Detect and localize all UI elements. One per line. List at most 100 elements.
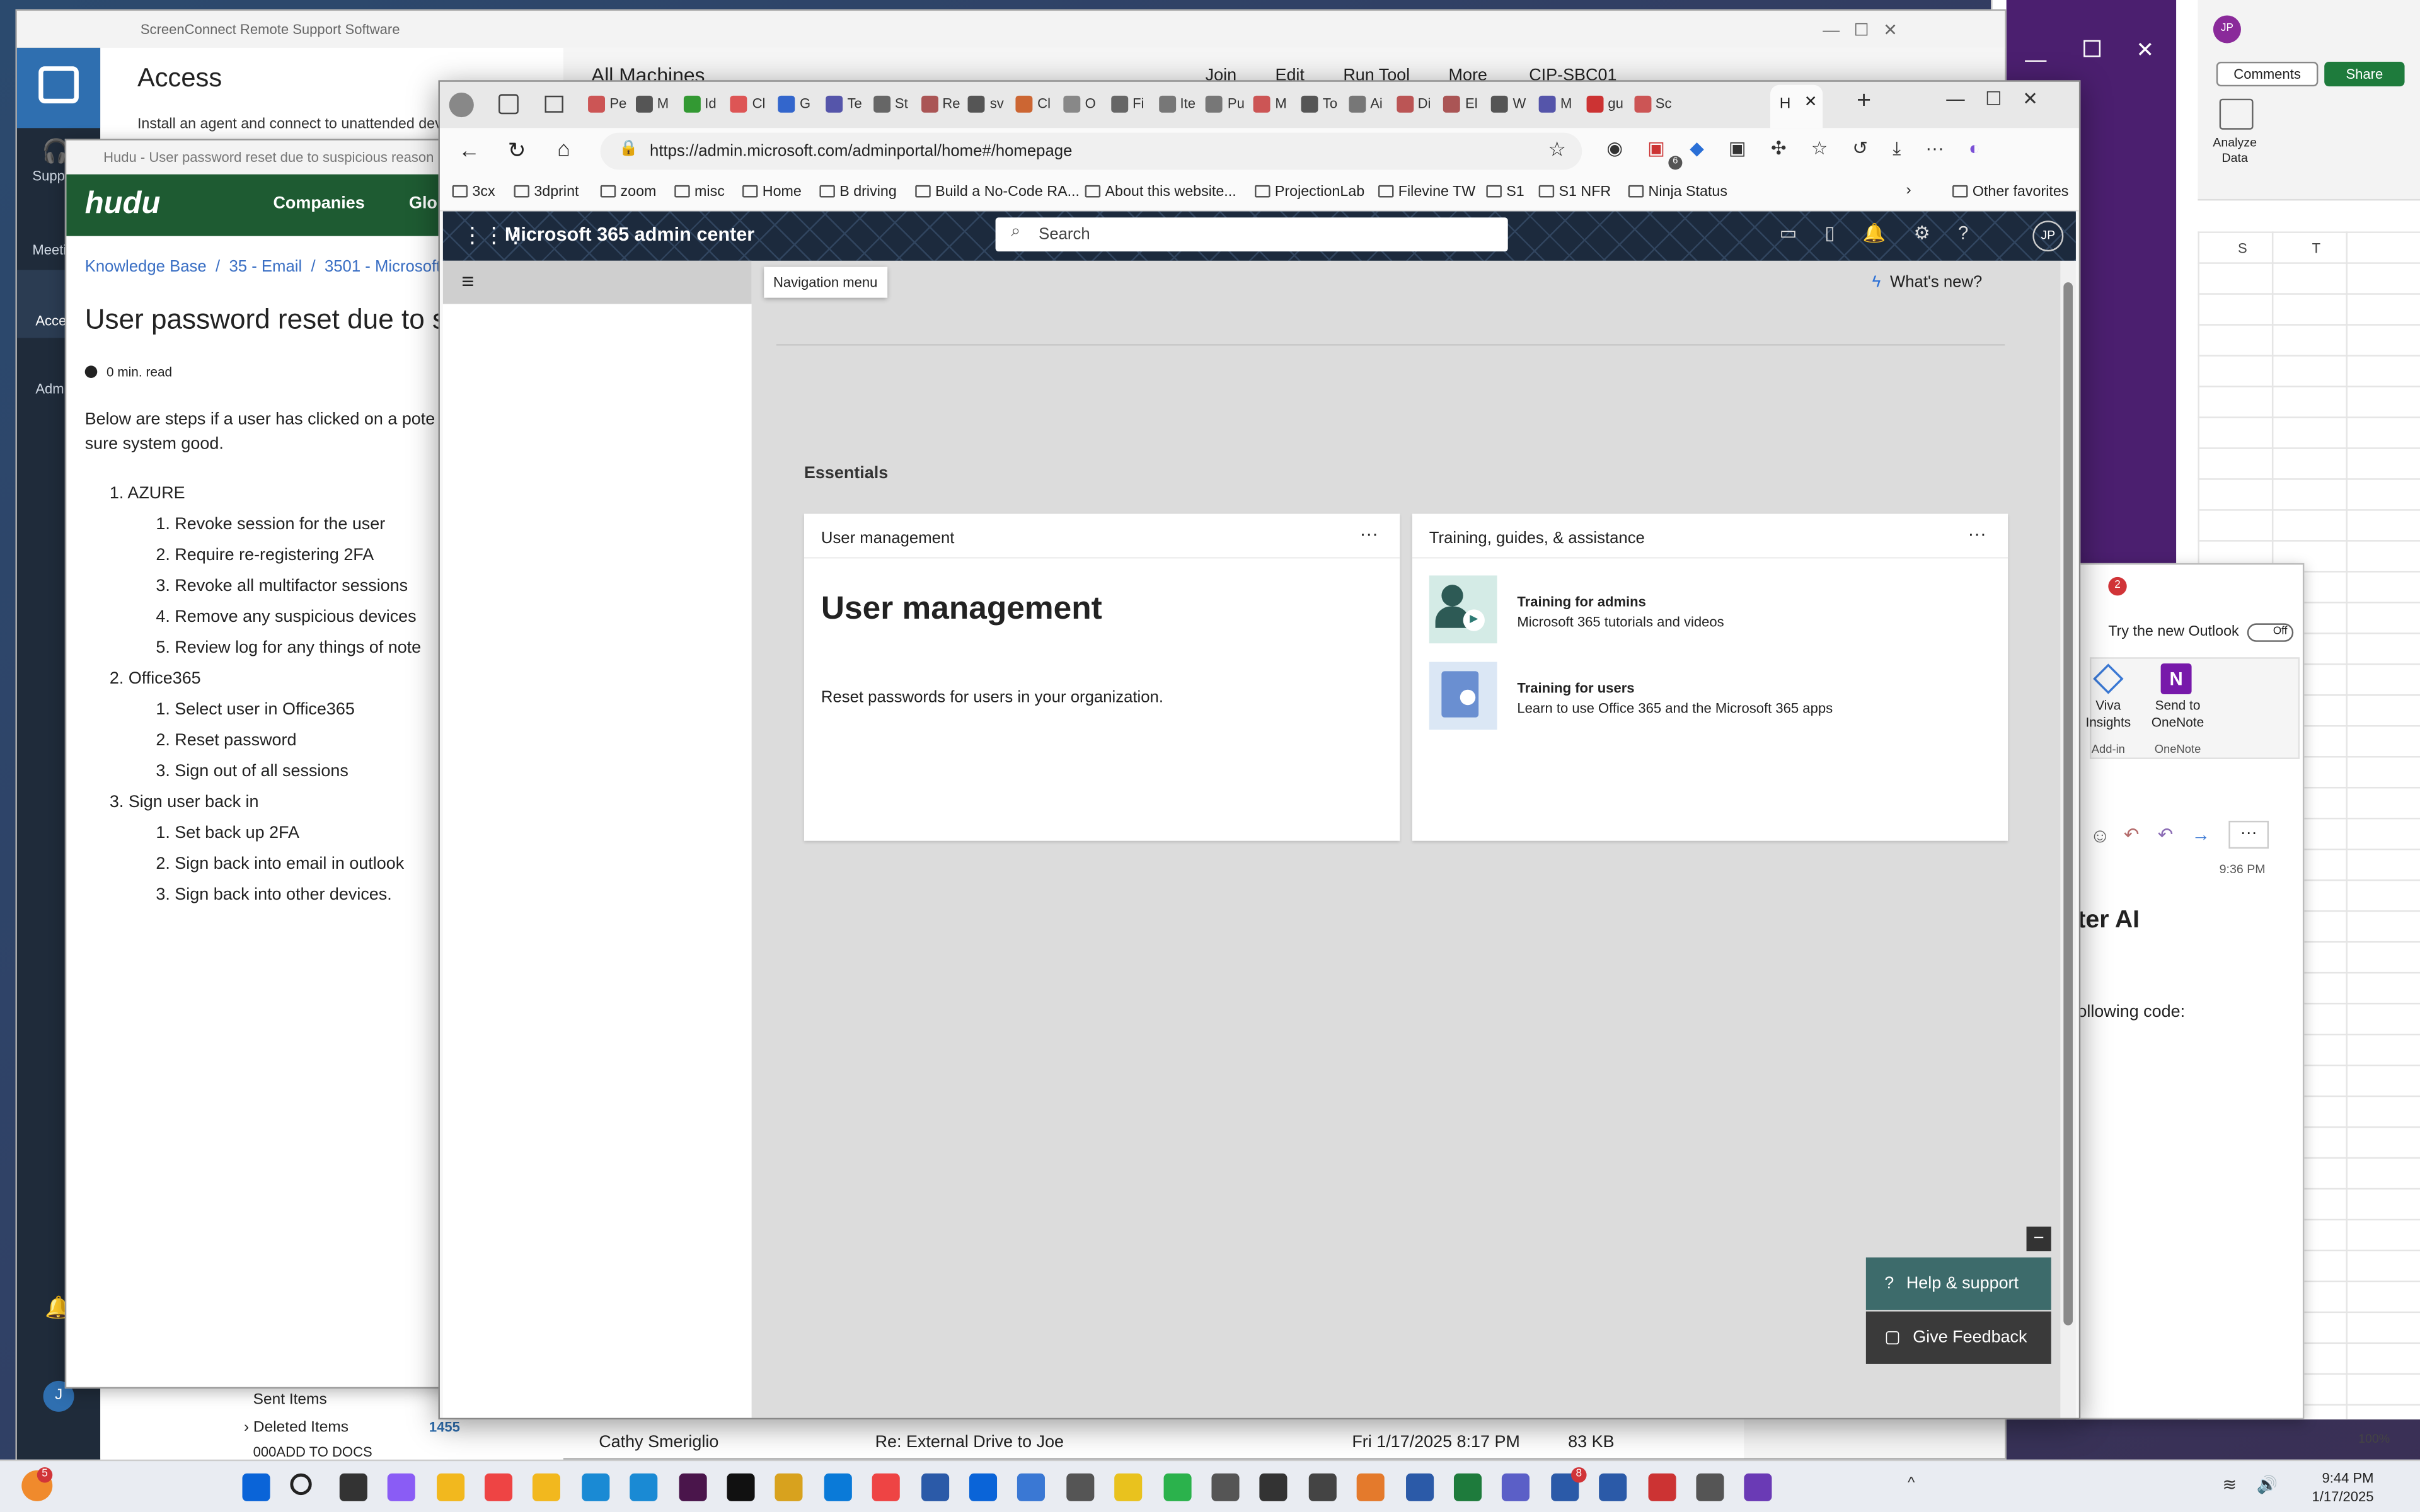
favorite-item[interactable]: misc bbox=[674, 183, 725, 200]
viva-insights-label[interactable]: Viva Insights bbox=[2077, 697, 2139, 731]
favorite-item[interactable]: 3cx bbox=[452, 183, 495, 200]
share-button[interactable]: Share bbox=[2324, 61, 2405, 87]
browser-tab[interactable]: M bbox=[1250, 82, 1296, 128]
whats-new-link[interactable]: ϟ What's new? bbox=[1872, 273, 1983, 291]
new-outlook-toggle[interactable]: Off bbox=[2247, 623, 2294, 642]
search-icon[interactable] bbox=[291, 1473, 313, 1496]
gear-icon[interactable] bbox=[1211, 1473, 1240, 1501]
settings-more-icon[interactable]: ··· bbox=[1925, 137, 1944, 159]
vertical-tabs-icon[interactable] bbox=[544, 95, 563, 113]
puzzle-icon[interactable]: ✣ bbox=[1771, 137, 1787, 159]
folder-sent-items[interactable]: Sent Items bbox=[253, 1392, 327, 1409]
window-controls[interactable]: — ☐ ✕ bbox=[1946, 88, 2038, 110]
task-view-icon[interactable] bbox=[339, 1473, 367, 1501]
extension-icon[interactable]: ◆ bbox=[1690, 137, 1704, 159]
start-icon[interactable] bbox=[242, 1473, 270, 1501]
teams-icon[interactable] bbox=[1502, 1473, 1530, 1501]
favorite-item[interactable]: ProjectionLab bbox=[1255, 183, 1364, 200]
favorite-item[interactable]: S1 bbox=[1486, 183, 1524, 200]
forward-icon[interactable]: → bbox=[2192, 824, 2210, 845]
file-explorer-icon[interactable] bbox=[436, 1473, 464, 1501]
back-icon[interactable]: ← bbox=[458, 137, 480, 162]
extension-icon[interactable]: ◉ bbox=[1606, 137, 1623, 159]
nav-global[interactable]: Glo bbox=[409, 195, 437, 213]
favorite-item[interactable]: About this website... bbox=[1085, 183, 1236, 200]
url-text[interactable]: https://admin.microsoft.com/adminportal/… bbox=[650, 142, 1072, 160]
avatar[interactable]: JP bbox=[2213, 15, 2241, 43]
show-hidden-icons[interactable]: ^ bbox=[1908, 1475, 1915, 1492]
outlook-icon[interactable] bbox=[969, 1473, 998, 1501]
evernote-icon[interactable] bbox=[1163, 1473, 1191, 1501]
browser-tab[interactable]: Sc bbox=[1631, 82, 1677, 128]
history-icon[interactable]: ↺ bbox=[1852, 137, 1868, 159]
app-icon[interactable] bbox=[1696, 1473, 1724, 1501]
notepad-icon[interactable] bbox=[1405, 1473, 1434, 1501]
browser-tab[interactable]: Ite bbox=[1155, 82, 1201, 128]
browser-tab[interactable]: Cl bbox=[727, 82, 773, 128]
chrome-icon[interactable] bbox=[484, 1473, 513, 1501]
browser-tab[interactable]: O bbox=[1060, 82, 1106, 128]
give-feedback-button[interactable]: ▢ Give Feedback bbox=[1865, 1311, 2051, 1364]
favorites-icon[interactable]: ☆ bbox=[1811, 137, 1828, 159]
app-icon[interactable] bbox=[1066, 1473, 1094, 1501]
favorite-item[interactable]: S1 NFR bbox=[1538, 183, 1611, 200]
browser-tab[interactable]: Pe bbox=[585, 82, 631, 128]
browser-tab[interactable]: M bbox=[633, 82, 679, 128]
scrollbar[interactable] bbox=[2060, 260, 2076, 1418]
window-controls[interactable]: — ☐ ✕ bbox=[1823, 20, 1898, 40]
excel-icon[interactable] bbox=[1453, 1473, 1482, 1501]
hudu-logo[interactable]: hudu bbox=[85, 186, 161, 222]
browser-tab[interactable]: Te bbox=[822, 82, 868, 128]
collapse-help-icon[interactable]: − bbox=[2026, 1226, 2051, 1252]
sidebar-item-support[interactable]: Supp bbox=[32, 168, 65, 183]
sparkle-icon[interactable] bbox=[533, 1473, 561, 1501]
chrome-icon[interactable] bbox=[872, 1473, 901, 1501]
maximize-icon[interactable] bbox=[2083, 40, 2101, 57]
bell-icon[interactable]: 🔔 bbox=[1863, 222, 1886, 244]
folder-icon[interactable] bbox=[775, 1473, 804, 1501]
browser-tab[interactable]: W bbox=[1488, 82, 1534, 128]
breadcrumb-item[interactable]: 3501 - Microsoft bbox=[325, 258, 441, 276]
app-title[interactable]: Microsoft 365 admin center bbox=[505, 224, 754, 245]
tab-active[interactable]: H ✕ bbox=[1770, 84, 1823, 129]
screen-icon[interactable]: ▭ bbox=[1780, 222, 1797, 244]
slack-icon[interactable] bbox=[678, 1473, 706, 1501]
word-icon[interactable] bbox=[1599, 1473, 1627, 1501]
mail-subject[interactable]: Re: External Drive to Joe bbox=[875, 1433, 1064, 1452]
gauge-icon[interactable] bbox=[1357, 1473, 1385, 1501]
app-icon[interactable] bbox=[1744, 1473, 1773, 1501]
folder-add-to-docs[interactable]: 000ADD TO DOCS bbox=[253, 1444, 372, 1459]
favorite-item[interactable]: zoom bbox=[600, 183, 656, 200]
sidebar-item-meetings[interactable]: Meeti bbox=[32, 242, 66, 257]
hamburger-menu-icon[interactable]: ≡ bbox=[461, 268, 474, 293]
favorite-item[interactable]: Ninja Status bbox=[1628, 183, 1727, 200]
training-users-link[interactable]: Training for users bbox=[1517, 680, 1634, 696]
app-icon[interactable] bbox=[1260, 1473, 1288, 1501]
profile-icon[interactable] bbox=[449, 92, 474, 118]
gear-icon[interactable]: ⚙ bbox=[1914, 222, 1930, 244]
nav-companies[interactable]: Companies bbox=[273, 195, 364, 213]
chevron-right-icon[interactable]: › bbox=[1906, 182, 1911, 199]
send-to-onenote-label[interactable]: Send to OneNote bbox=[2142, 697, 2213, 731]
avatar[interactable]: JP bbox=[2032, 220, 2064, 252]
clock[interactable]: 9:44 PM 1/17/2025 bbox=[2303, 1469, 2373, 1506]
app-icon[interactable] bbox=[1017, 1473, 1046, 1501]
favorite-star-icon[interactable]: ☆ bbox=[1548, 137, 1566, 162]
extension-icon[interactable]: ▣ bbox=[1647, 137, 1665, 159]
favorite-item[interactable]: B driving bbox=[819, 183, 897, 200]
emoji-icon[interactable]: ☺ bbox=[2090, 824, 2111, 847]
other-favorites[interactable]: Other favorites bbox=[1952, 183, 2068, 200]
more-options-icon[interactable]: ··· bbox=[1968, 523, 1986, 544]
workspaces-icon[interactable] bbox=[498, 94, 519, 115]
edge-icon[interactable] bbox=[824, 1473, 852, 1501]
breadcrumb-item[interactable]: Knowledge Base bbox=[85, 258, 207, 276]
browser-tab[interactable]: St bbox=[870, 82, 916, 128]
folder-deleted-items[interactable]: › Deleted Items bbox=[244, 1419, 349, 1436]
sidebar-item-access[interactable]: Acce bbox=[35, 313, 66, 328]
breadcrumb-item[interactable]: 35 - Email bbox=[229, 258, 302, 276]
close-icon[interactable]: ✕ bbox=[2136, 37, 2154, 64]
wifi-icon[interactable]: ≋ bbox=[2223, 1475, 2237, 1495]
sidebar-item-admin[interactable]: Adm bbox=[35, 381, 64, 396]
address-bar[interactable]: 🔒 https://admin.microsoft.com/adminporta… bbox=[600, 132, 1582, 170]
sticky-icon[interactable] bbox=[1114, 1473, 1143, 1501]
